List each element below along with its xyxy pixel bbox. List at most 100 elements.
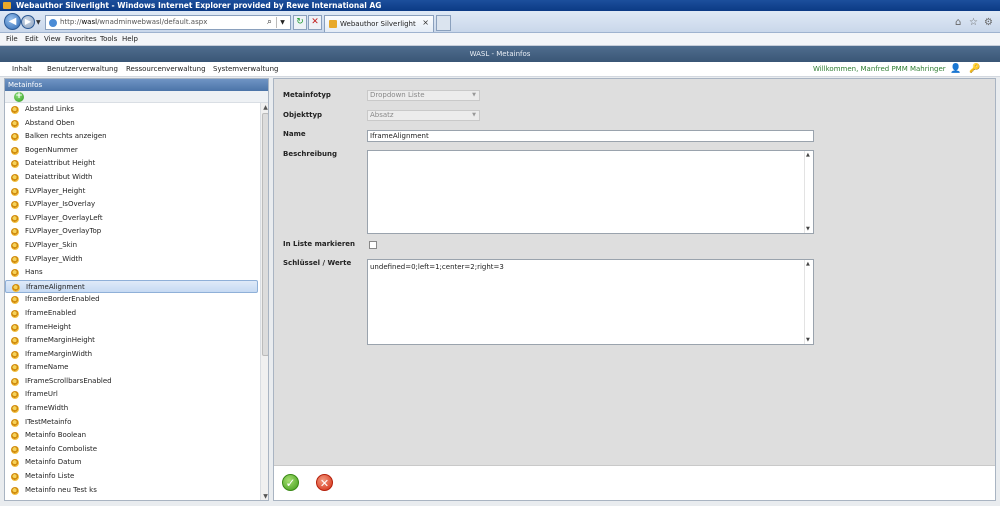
list-item[interactable]: Metainfo Comboliste [5, 443, 260, 457]
schluessel-label: Schlüssel / Werte [283, 259, 352, 267]
gear-icon [11, 405, 19, 414]
beschreibung-textarea[interactable]: ▲ ▼ [367, 150, 814, 234]
textarea-scrollbar[interactable]: ▲ ▼ [804, 151, 813, 233]
menu-tools[interactable]: Tools [100, 33, 117, 46]
browser-tab[interactable]: Webauthor Silverlight × [324, 15, 434, 32]
list-item[interactable]: Abstand Links [5, 103, 260, 117]
chevron-down-icon: ▼ [472, 112, 476, 118]
window-title: Webauthor Silverlight - Windows Internet… [16, 1, 382, 10]
list-scrollbar[interactable]: ▲ ▼ [260, 103, 268, 500]
history-dropdown-icon[interactable]: ▼ [36, 19, 41, 26]
add-icon[interactable]: + [14, 92, 24, 102]
objekttyp-value: Absatz [370, 111, 394, 119]
nav-benutzerverwaltung[interactable]: Benutzerverwaltung [47, 62, 118, 77]
address-bar[interactable]: http://wasl/wnadminwebwasl/default.aspx … [45, 15, 291, 30]
menu-favorites[interactable]: Favorites [65, 33, 97, 46]
name-input[interactable]: IframeAlignment [367, 130, 814, 142]
list-item[interactable]: FLVPlayer_Skin [5, 239, 260, 253]
gear-icon [11, 337, 19, 346]
new-tab-button[interactable] [436, 15, 451, 31]
list-item[interactable]: Balken rechts anzeigen [5, 130, 260, 144]
inliste-checkbox[interactable] [369, 241, 377, 249]
list-item[interactable]: Abstand Oben [5, 117, 260, 131]
gear-icon [11, 459, 19, 468]
list-item[interactable]: IframeMarginWidth [5, 348, 260, 362]
tools-gear-icon[interactable]: ⚙ [984, 17, 993, 28]
list-item[interactable]: Metainfo neu Test ks [5, 484, 260, 498]
list-item[interactable]: Hans [5, 266, 260, 280]
app-title: WASL - Metainfos [0, 46, 1000, 62]
list-item[interactable]: FLVPlayer_OverlayLeft [5, 212, 260, 226]
address-dropdown-icon[interactable]: ▼ [276, 17, 288, 28]
scroll-down-icon[interactable]: ▼ [806, 337, 810, 343]
back-button[interactable]: ◀ [4, 13, 21, 30]
gear-icon [11, 296, 19, 305]
nav-inhalt[interactable]: Inhalt [12, 62, 32, 77]
metainfotyp-select[interactable]: Dropdown Liste ▼ [367, 90, 480, 101]
forward-button[interactable]: ▶ [21, 15, 35, 29]
list-item[interactable]: IframeBorderEnabled [5, 293, 260, 307]
list-item[interactable]: BogenNummer [5, 144, 260, 158]
app-nav: Inhalt Benutzerverwaltung Ressourcenverw… [0, 62, 1000, 77]
list-item-label: Metainfo Boolean [25, 431, 87, 440]
list-item[interactable]: FLVPlayer_IsOverlay [5, 198, 260, 212]
list-item[interactable]: IframeWidth [5, 402, 260, 416]
list-item[interactable]: Metainfo Datum [5, 456, 260, 470]
list-item[interactable]: IframeHeight [5, 321, 260, 335]
list-item-label: Metainfo Liste [25, 472, 75, 481]
welcome-text: Willkommen, Manfred PMM Mahringer [813, 65, 946, 73]
nav-ressourcenverwaltung[interactable]: Ressourcenverwaltung [126, 62, 206, 77]
scroll-down-icon[interactable]: ▼ [262, 493, 268, 500]
menu-help[interactable]: Help [122, 33, 138, 46]
list-item[interactable]: FLVPlayer_OverlayTop [5, 225, 260, 239]
gear-icon [11, 473, 19, 482]
menu-edit[interactable]: Edit [25, 33, 39, 46]
list-item[interactable]: IframeAlignment [5, 279, 258, 294]
list-item-label: Dateiattribut Width [25, 172, 93, 181]
list-item[interactable]: IframeMarginHeight [5, 334, 260, 348]
key-icon[interactable]: 🔑 [969, 64, 980, 74]
list-item-label: BogenNummer [25, 145, 78, 154]
nav-systemverwaltung[interactable]: Systemverwaltung [213, 62, 278, 77]
scroll-thumb[interactable] [262, 113, 268, 356]
refresh-button[interactable]: ↻ [293, 15, 307, 30]
search-icon[interactable]: ⌕ [267, 17, 272, 27]
list-item[interactable]: ITestMetainfo [5, 416, 260, 430]
gear-icon [11, 418, 19, 427]
app-icon [3, 2, 11, 9]
address-url[interactable]: http://wasl/wnadminwebwasl/default.aspx [60, 16, 207, 29]
beschreibung-label: Beschreibung [283, 150, 337, 158]
list-item[interactable]: Dateiattribut Width [5, 171, 260, 185]
favorites-star-icon[interactable]: ☆ [969, 17, 978, 28]
stop-button[interactable]: ✕ [308, 15, 322, 30]
save-button[interactable]: ✓ [282, 474, 299, 491]
schluessel-textarea[interactable]: undefined=0;left=1;center=2;right=3 ▲ ▼ [367, 259, 814, 345]
list-item[interactable]: FLVPlayer_Width [5, 253, 260, 267]
scroll-up-icon[interactable]: ▲ [806, 152, 810, 158]
tab-close-icon[interactable]: × [422, 18, 429, 27]
menu-file[interactable]: File [6, 33, 18, 46]
gear-icon [11, 146, 19, 155]
list-item-label: IframeMarginHeight [25, 336, 95, 345]
list-item[interactable]: IframeName [5, 361, 260, 375]
metainfotyp-label: Metainfotyp [283, 91, 331, 99]
list-item[interactable]: IframeUrl [5, 388, 260, 402]
list-item[interactable]: IFrameScrollbarsEnabled [5, 375, 260, 389]
list-item[interactable]: Metainfo Boolean [5, 429, 260, 443]
user-icon[interactable]: 👤 [950, 64, 961, 74]
cancel-button[interactable]: ✕ [316, 474, 333, 491]
scroll-down-icon[interactable]: ▼ [806, 226, 810, 232]
menu-view[interactable]: View [44, 33, 61, 46]
list-item[interactable]: IframeEnabled [5, 307, 260, 321]
list-item[interactable]: FLVPlayer_Height [5, 185, 260, 199]
scroll-up-icon[interactable]: ▲ [262, 104, 268, 111]
window-titlebar: Webauthor Silverlight - Windows Internet… [0, 0, 1000, 11]
list-item[interactable]: Dateiattribut Height [5, 157, 260, 171]
textarea-scrollbar[interactable]: ▲ ▼ [804, 260, 813, 344]
home-icon[interactable]: ⌂ [955, 17, 961, 28]
scroll-up-icon[interactable]: ▲ [806, 261, 810, 267]
list-item-label: Hans [25, 268, 43, 277]
objekttyp-select[interactable]: Absatz ▼ [367, 110, 480, 121]
chevron-down-icon: ▼ [472, 92, 476, 98]
list-item[interactable]: Metainfo Liste [5, 470, 260, 484]
